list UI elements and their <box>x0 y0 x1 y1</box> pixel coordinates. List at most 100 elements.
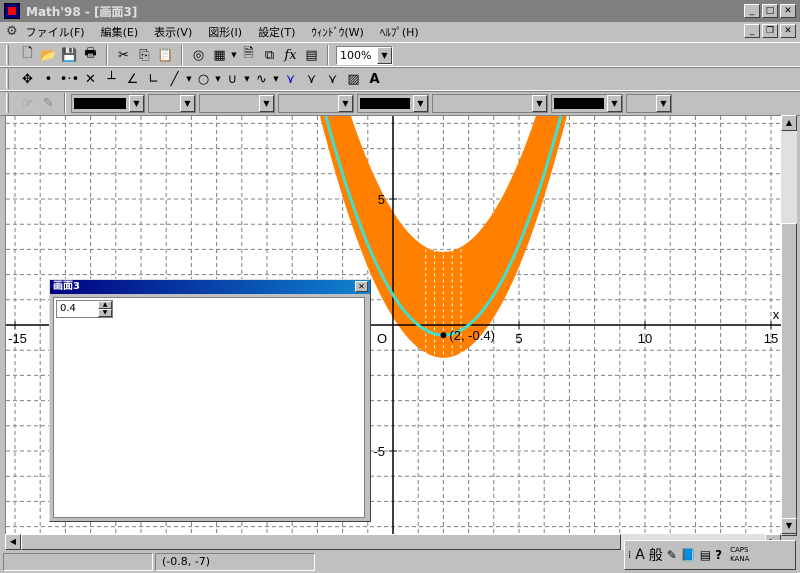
pointer-hand-icon[interactable]: ☞ <box>17 93 38 114</box>
minimize-button[interactable]: _ <box>744 4 760 18</box>
brush-icon[interactable]: ✎ <box>38 93 59 114</box>
chevron-down-icon[interactable]: ▼ <box>338 94 353 112</box>
child-close-button[interactable]: ✕ <box>355 281 368 292</box>
horizontal-scroll-thumb[interactable] <box>21 534 621 550</box>
menu-file[interactable]: ファイル(F) <box>26 24 85 40</box>
font-select[interactable]: ▼ <box>432 93 548 113</box>
scroll-left-icon[interactable]: ◀ <box>5 534 21 550</box>
right-angle-icon[interactable]: ∟ <box>143 69 164 90</box>
angle-icon[interactable]: ∠ <box>122 69 143 90</box>
vertical-scrollbar[interactable]: ▲ ▼ <box>781 115 797 536</box>
caps-indicator: CAPS <box>730 546 749 554</box>
line-icon[interactable]: ╱ <box>164 69 185 90</box>
menu-view[interactable]: 表示(V) <box>154 24 192 40</box>
app-icon[interactable] <box>4 3 20 19</box>
toolbar-grip[interactable] <box>6 45 9 65</box>
fill-color-select[interactable]: ▼ <box>357 93 429 113</box>
y-tick-label: 5 <box>378 192 385 207</box>
line-width-select[interactable]: ▼ <box>148 93 196 113</box>
graph-type-dropdown-icon[interactable]: ▼ <box>230 45 238 66</box>
vertical-scroll-thumb[interactable] <box>781 223 797 536</box>
text-color-swatch <box>554 97 604 109</box>
axis-move-icon[interactable]: ✥ <box>17 69 38 90</box>
graph-tangent-icon[interactable]: ⋎ <box>301 69 322 90</box>
toolbar-grip[interactable] <box>6 93 9 113</box>
circle-icon[interactable]: ○ <box>193 69 214 90</box>
print-icon[interactable]: 🖶 <box>80 45 101 66</box>
zoom-value: 100% <box>340 48 372 62</box>
ime-help-icon[interactable]: ? <box>715 548 722 562</box>
text-color-select[interactable]: ▼ <box>551 93 623 113</box>
zoom-select[interactable]: 100% ▼ <box>336 45 393 65</box>
line-style-select[interactable]: ▼ <box>199 93 275 113</box>
new-file-icon[interactable]: 🗋 <box>17 45 38 66</box>
spin-down-icon[interactable]: ▼ <box>98 309 112 317</box>
curve-dropdown-icon[interactable]: ▼ <box>272 69 280 90</box>
pages-icon[interactable]: ⧉ <box>259 45 280 66</box>
mdi-close-button[interactable]: ✕ <box>780 24 796 38</box>
scroll-down-icon[interactable]: ▼ <box>781 518 797 534</box>
ime-caps-kana: CAPS KANA <box>730 546 749 564</box>
ime-mode[interactable]: A <box>635 547 645 563</box>
chevron-down-icon[interactable]: ▼ <box>532 94 547 112</box>
menu-settings[interactable]: 設定(T) <box>258 24 295 40</box>
perpendicular-foot-icon[interactable]: ┴ <box>101 69 122 90</box>
sheet-icon[interactable]: 🗎 <box>238 45 259 66</box>
parameter-spinner[interactable]: 0.4 ▲ ▼ <box>56 300 113 318</box>
menu-window[interactable]: ｳｨﾝﾄﾞｳ(W) <box>311 24 363 40</box>
chevron-down-icon[interactable]: ▼ <box>656 94 671 112</box>
parameter-value[interactable]: 0.4 <box>57 301 98 317</box>
menu-shape[interactable]: 図形(I) <box>208 24 242 40</box>
line-color-select[interactable]: ▼ <box>71 93 145 113</box>
title-bar: Math'98 - [画面3] _ □ ✕ <box>0 0 800 22</box>
scroll-up-icon[interactable]: ▲ <box>781 115 797 131</box>
paste-icon[interactable]: 📋 <box>155 45 176 66</box>
midpoint-icon[interactable]: •·• <box>59 69 80 90</box>
cut-icon[interactable]: ✂ <box>113 45 134 66</box>
parabola-dropdown-icon[interactable]: ▼ <box>243 69 251 90</box>
table-icon[interactable]: ▤ <box>301 45 322 66</box>
function-icon[interactable]: fx <box>280 45 301 66</box>
close-button[interactable]: ✕ <box>780 4 796 18</box>
child-title-bar[interactable]: 画面3 ✕ <box>50 280 370 294</box>
calculator-icon[interactable]: ◎ <box>188 45 209 66</box>
graph-point-icon[interactable]: ⋎ <box>280 69 301 90</box>
mdi-restore-button[interactable]: ❐ <box>762 24 778 38</box>
marker-select[interactable]: ▼ <box>278 93 354 113</box>
copy-icon[interactable]: ⎘ <box>134 45 155 66</box>
chevron-down-icon[interactable]: ▼ <box>607 94 622 112</box>
chevron-down-icon[interactable]: ▼ <box>377 46 392 64</box>
chevron-down-icon[interactable]: ▼ <box>413 94 428 112</box>
ime-grip-icon[interactable]: ⁞ <box>628 550 631 561</box>
point-icon[interactable]: • <box>38 69 59 90</box>
mdi-minimize-button[interactable]: _ <box>744 24 760 38</box>
circle-dropdown-icon[interactable]: ▼ <box>214 69 222 90</box>
chevron-down-icon[interactable]: ▼ <box>180 94 195 112</box>
child-window[interactable]: 画面3 ✕ 0.4 ▲ ▼ <box>49 279 371 522</box>
maximize-button[interactable]: □ <box>762 4 778 18</box>
curve-icon[interactable]: ∿ <box>251 69 272 90</box>
y-tick-label: -5 <box>373 444 385 459</box>
font-size-select[interactable]: ▼ <box>626 93 672 113</box>
fill-color-swatch <box>360 97 410 109</box>
chevron-down-icon[interactable]: ▼ <box>259 94 274 112</box>
toolbar-grip[interactable] <box>6 69 9 89</box>
gear-icon[interactable]: ⚙ <box>6 24 18 39</box>
menu-edit[interactable]: 編集(E) <box>101 24 139 40</box>
intersection-icon[interactable]: ✕ <box>80 69 101 90</box>
menu-help[interactable]: ﾍﾙﾌﾟ(H) <box>380 24 419 40</box>
save-icon[interactable]: 💾 <box>59 45 80 66</box>
text-icon[interactable]: A <box>364 69 385 90</box>
ime-pad-icon[interactable]: ▤ <box>700 548 711 562</box>
line-dropdown-icon[interactable]: ▼ <box>185 69 193 90</box>
spin-up-icon[interactable]: ▲ <box>98 301 112 309</box>
open-folder-icon[interactable]: 📂 <box>38 45 59 66</box>
parabola-icon[interactable]: ∪ <box>222 69 243 90</box>
ime-tool-icon[interactable]: ✎ <box>667 548 677 562</box>
ime-dictionary-icon[interactable]: 📘 <box>681 548 696 562</box>
chevron-down-icon[interactable]: ▼ <box>129 94 144 112</box>
graph-type-icon[interactable]: ▦ <box>209 45 230 66</box>
fill-icon[interactable]: ▨ <box>343 69 364 90</box>
graph-family-icon[interactable]: ⋎ <box>322 69 343 90</box>
ime-kanji-mode[interactable]: 般 <box>649 545 663 565</box>
